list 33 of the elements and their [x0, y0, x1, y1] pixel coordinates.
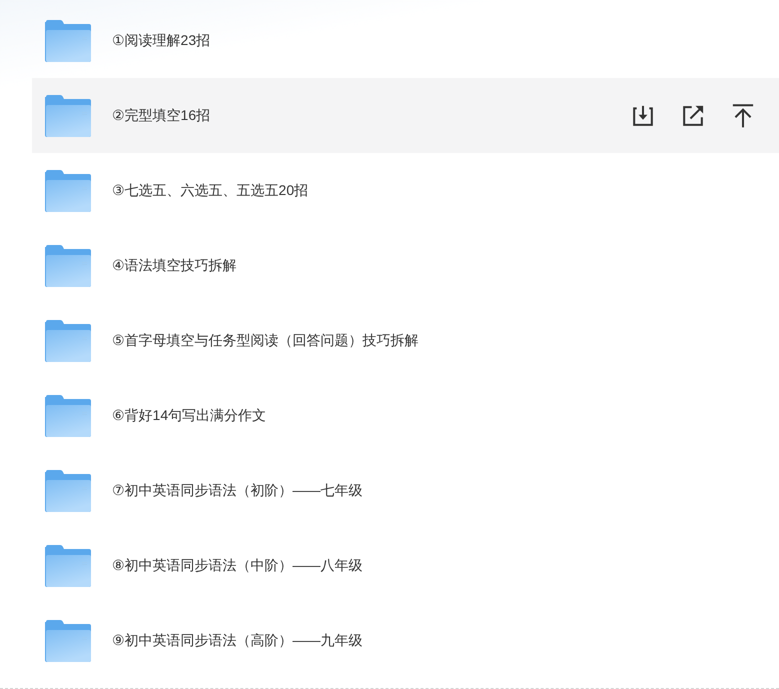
pin-to-top-icon	[731, 104, 755, 128]
folder-row[interactable]: ⑧初中英语同步语法（中阶）——八年级	[32, 528, 779, 603]
share-button[interactable]	[681, 104, 705, 128]
folder-row[interactable]: ⑤首字母填空与任务型阅读（回答问题）技巧拆解	[32, 303, 779, 378]
folder-name: ④语法填空技巧拆解	[112, 256, 237, 275]
folder-icon	[45, 170, 91, 212]
folder-icon	[45, 320, 91, 362]
folder-icon	[45, 94, 91, 136]
folder-icon	[45, 544, 91, 586]
folder-icon	[45, 20, 91, 62]
folder-row[interactable]: ②完型填空16招	[32, 78, 779, 153]
folder-name: ⑥背好14句写出满分作文	[112, 406, 266, 425]
folder-name: ⑧初中英语同步语法（中阶）——八年级	[112, 556, 363, 575]
folder-icon	[45, 394, 91, 436]
folder-row[interactable]: ①阅读理解23招	[32, 3, 779, 78]
share-icon	[681, 104, 705, 128]
folder-name: ①阅读理解23招	[112, 31, 210, 50]
folder-name: ③七选五、六选五、五选五20招	[112, 181, 308, 200]
folder-name: ②完型填空16招	[112, 106, 210, 125]
folder-name: ⑤首字母填空与任务型阅读（回答问题）技巧拆解	[112, 331, 419, 350]
folder-row[interactable]: ④语法填空技巧拆解	[32, 228, 779, 303]
download-icon	[631, 104, 655, 128]
folder-name: ⑦初中英语同步语法（初阶）——七年级	[112, 481, 363, 500]
folder-row[interactable]: ⑥背好14句写出满分作文	[32, 378, 779, 453]
folder-row[interactable]: ⑨初中英语同步语法（高阶）——九年级	[32, 603, 779, 678]
folder-icon	[45, 620, 91, 662]
folder-icon	[45, 244, 91, 286]
folder-row[interactable]: ③七选五、六选五、五选五20招	[32, 153, 779, 228]
folder-row[interactable]: ⑦初中英语同步语法（初阶）——七年级	[32, 453, 779, 528]
pin-to-top-button[interactable]	[731, 104, 755, 128]
download-button[interactable]	[631, 104, 655, 128]
folder-name: ⑨初中英语同步语法（高阶）——九年级	[112, 631, 363, 650]
folder-icon	[45, 470, 91, 512]
